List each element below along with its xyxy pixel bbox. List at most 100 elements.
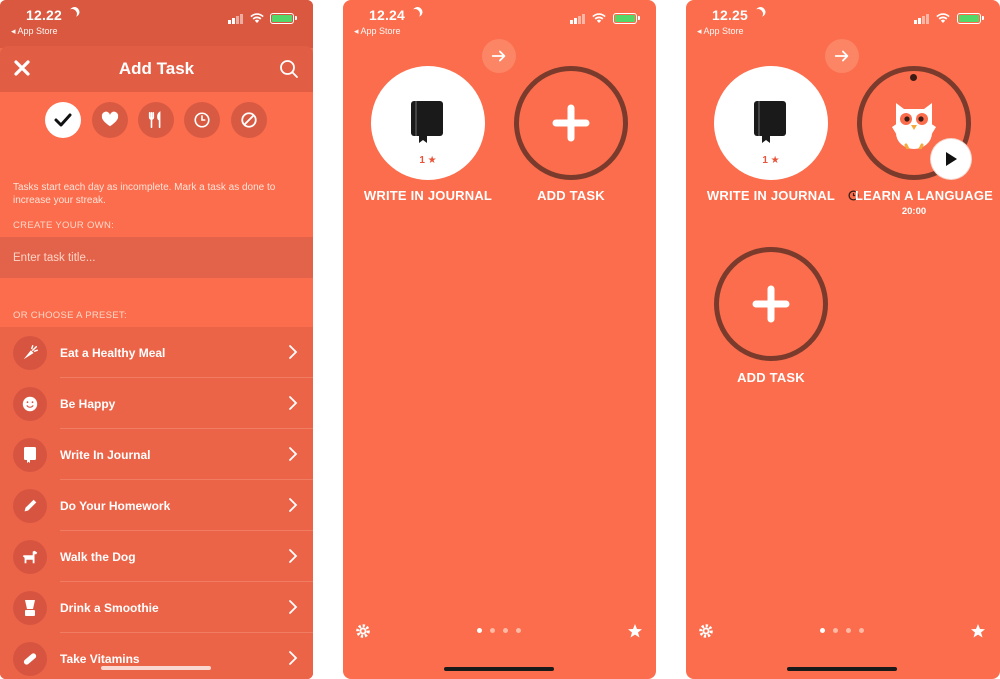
cellular-signal-icon [570, 13, 585, 24]
cellular-signal-icon [228, 13, 243, 24]
wifi-icon [936, 13, 950, 23]
preset-do-your-homework[interactable]: Do Your Homework [0, 480, 313, 531]
chevron-right-icon [289, 549, 298, 563]
heart-icon [101, 111, 119, 127]
create-own-label: CREATE YOUR OWN: [13, 220, 115, 231]
block-icon [241, 112, 257, 128]
chevron-right-icon [289, 396, 298, 410]
wifi-icon [592, 13, 606, 23]
preset-list: Eat a Healthy Meal Be Happy Write In Jou… [0, 327, 313, 679]
status-bar: 12.25 ◂ App Store [686, 0, 1000, 44]
status-time: 12.25 [712, 7, 749, 23]
moon-icon [409, 8, 422, 21]
filter-quit[interactable] [231, 102, 267, 138]
preset-label: Write In Journal [60, 448, 151, 462]
streak-count: 1 ★ [762, 155, 780, 166]
pill-icon [13, 642, 47, 676]
journal-task-tile[interactable]: 1 ★ [371, 66, 485, 180]
chevron-right-icon [289, 498, 298, 512]
journal-icon [754, 101, 786, 143]
play-icon [946, 152, 957, 166]
battery-icon [613, 13, 640, 24]
star-icon[interactable] [627, 623, 643, 639]
add-task-button[interactable] [714, 247, 828, 361]
back-to-app-store-link[interactable]: ◂ App Store [354, 26, 401, 37]
preset-section-label: OR CHOOSE A PRESET: [13, 310, 127, 321]
plus-icon [552, 104, 590, 142]
journal-icon [411, 101, 443, 143]
smiley-icon [13, 387, 47, 421]
back-to-app-store-link[interactable]: ◂ App Store [11, 26, 58, 37]
wifi-icon [250, 13, 264, 23]
preset-drink-a-smoothie[interactable]: Drink a Smoothie [0, 582, 313, 633]
battery-icon [957, 13, 984, 24]
back-to-app-store-link[interactable]: ◂ App Store [697, 26, 744, 37]
preset-walk-the-dog[interactable]: Walk the Dog [0, 531, 313, 582]
dog-icon [13, 540, 47, 574]
star-icon[interactable] [970, 623, 986, 639]
settings-gear-icon[interactable] [355, 623, 371, 639]
search-icon[interactable] [279, 59, 299, 79]
page-indicator [820, 628, 864, 633]
home-screen-2: 12.25 ◂ App Store 1 ★ WRITE IN JOURNAL L… [686, 0, 1000, 679]
preset-label: Walk the Dog [60, 550, 136, 564]
next-page-button[interactable] [825, 39, 859, 73]
task-title-input[interactable] [0, 237, 313, 278]
status-time: 12.22 [26, 7, 63, 23]
owl-icon [892, 103, 936, 149]
settings-gear-icon[interactable] [698, 623, 714, 639]
status-bar: 12.24 ◂ App Store [343, 0, 656, 44]
preset-label: Do Your Homework [60, 499, 171, 513]
check-icon [54, 113, 72, 127]
battery-icon [270, 13, 297, 24]
chevron-right-icon [289, 345, 298, 359]
streak-count: 1 ★ [419, 155, 437, 166]
preset-be-happy[interactable]: Be Happy [0, 378, 313, 429]
preset-eat-healthy-meal[interactable]: Eat a Healthy Meal [0, 327, 313, 378]
arrow-right-icon [834, 50, 849, 62]
home-indicator[interactable] [787, 667, 897, 671]
preset-label: Drink a Smoothie [60, 601, 159, 615]
journal-icon [13, 438, 47, 472]
status-time: 12.24 [369, 7, 406, 23]
moon-icon [752, 8, 765, 21]
preset-write-in-journal[interactable]: Write In Journal [0, 429, 313, 480]
start-timer-button[interactable] [931, 139, 971, 179]
streak-hint-text: Tasks start each day as incomplete. Mark… [13, 182, 276, 206]
filter-food[interactable] [138, 102, 174, 138]
chevron-right-icon [289, 447, 298, 461]
add-task-label: ADD TASK [737, 370, 805, 385]
pencil-icon [13, 489, 47, 523]
page-title: Add Task [118, 59, 195, 78]
chevron-right-icon [289, 651, 298, 665]
next-page-button[interactable] [482, 39, 516, 73]
home-indicator[interactable] [444, 667, 554, 671]
language-task-label: LEARN A LANGUAGE [854, 188, 993, 203]
journal-task-label: WRITE IN JOURNAL [706, 188, 836, 203]
preset-label: Eat a Healthy Meal [60, 346, 166, 360]
preset-label: Be Happy [60, 397, 116, 411]
filter-timed[interactable] [184, 102, 220, 138]
category-filter-bar [0, 92, 313, 152]
moon-icon [66, 8, 79, 21]
preset-label: Take Vitamins [60, 652, 140, 666]
arrow-right-icon [491, 50, 506, 62]
preset-take-vitamins[interactable]: Take Vitamins [0, 633, 313, 679]
add-task-label: ADD TASK [537, 188, 605, 203]
utensils-icon [148, 111, 161, 129]
timer-duration: 20:00 [901, 206, 927, 217]
status-bar: 12.22 ◂ App Store [0, 0, 313, 44]
page-indicator [477, 628, 521, 633]
home-screen-1: 12.24 ◂ App Store 1 ★ WRITE IN JOURNAL A… [343, 0, 656, 679]
filter-heart[interactable] [92, 102, 128, 138]
filter-check[interactable] [45, 102, 81, 138]
home-indicator[interactable] [101, 666, 211, 670]
chevron-right-icon [289, 600, 298, 614]
add-task-button[interactable] [514, 66, 628, 180]
cellular-signal-icon [914, 13, 929, 24]
blender-icon [13, 591, 47, 625]
clock-icon [194, 112, 210, 128]
journal-task-tile[interactable]: 1 ★ [714, 66, 828, 180]
nav-bar: Add Task [0, 46, 313, 92]
journal-task-label: WRITE IN JOURNAL [363, 188, 493, 203]
